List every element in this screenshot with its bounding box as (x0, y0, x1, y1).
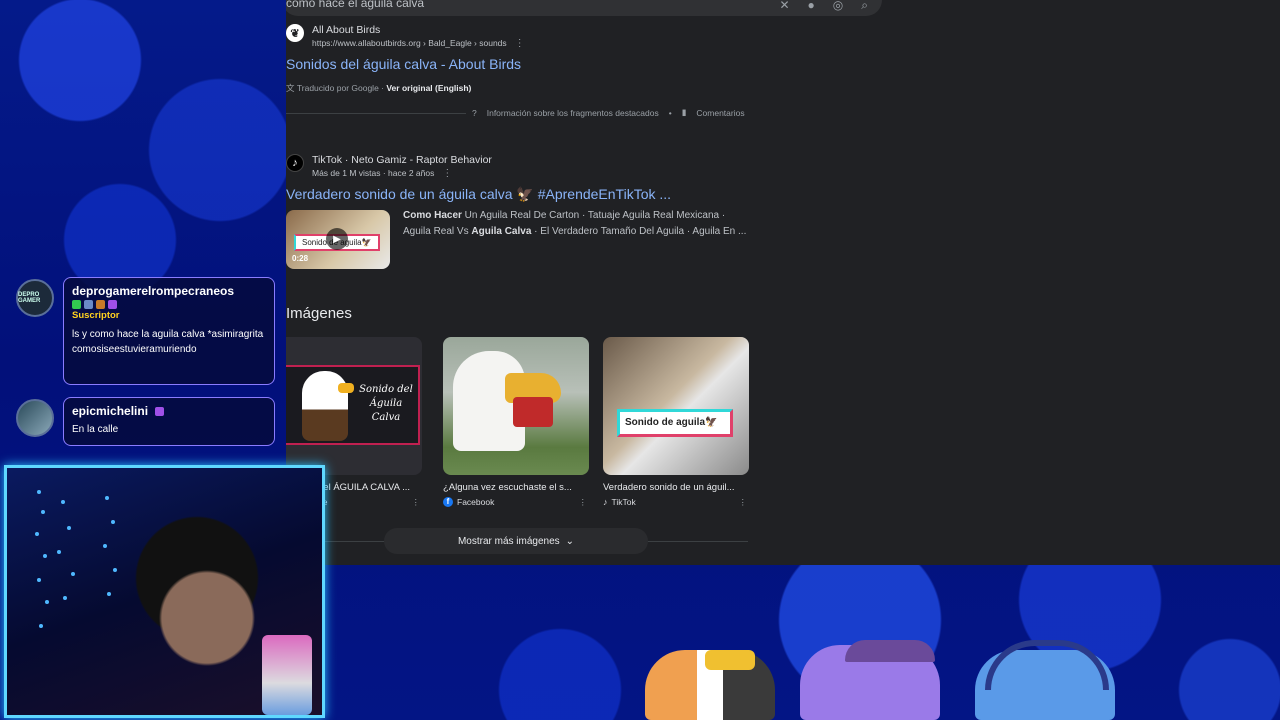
video-description: Como Hacer Un Aguila Real De Carton · Ta… (403, 210, 747, 237)
image-overlay-text: Sonido del Águila Calva (359, 384, 413, 423)
more-options-icon[interactable]: ⋮ (739, 497, 748, 508)
chat-username: deprogamerelrompecraneos (72, 284, 235, 298)
translated-note: 文 Traducido por Google · Ver original (E… (286, 83, 472, 93)
facebook-icon: f (443, 497, 453, 507)
more-options-icon[interactable]: ⋮ (442, 168, 452, 179)
help-icon: ? (472, 107, 477, 118)
result-title-link[interactable]: Sonidos del águila calva - About Birds (286, 56, 525, 72)
rgb-lamp (262, 635, 312, 715)
search-query: como hace el aguila calva (286, 0, 425, 10)
site-url[interactable]: https://www.allaboutbirds.org › Bald_Eag… (312, 37, 525, 50)
video-thumbnail[interactable]: Sonido de aguila🦅 ▶ 0:28 (286, 210, 390, 269)
image-result[interactable]: Sonido de aguila🦅 Verdadero sonido de un… (603, 337, 749, 507)
avatar: DEPRO GAMER (16, 279, 54, 317)
cat-emotes-decoration (645, 630, 1125, 720)
badge-icon (96, 300, 105, 309)
chat-message: deprogamerelrompecraneos Suscriptor ls y… (63, 277, 275, 385)
string-lights-decoration (35, 490, 117, 628)
about-featured-link[interactable]: Información sobre los fragmentos destaca… (487, 108, 659, 118)
more-options-icon[interactable]: ⋮ (579, 497, 588, 508)
mic-icon[interactable]: ● (808, 0, 815, 13)
image-result[interactable]: ¿Alguna vez escuchaste el s... f Faceboo… (443, 337, 589, 507)
badge-icon (84, 300, 93, 309)
badge-icon (72, 300, 81, 309)
site-name[interactable]: TikTok · Neto Gamiz - Raptor Behavior (312, 154, 492, 167)
webcam-feed (4, 465, 325, 718)
more-options-icon[interactable]: ⋮ (412, 497, 421, 508)
site-name[interactable]: All About Birds (312, 24, 525, 37)
tiktok-icon: ♪ (603, 497, 608, 507)
divider (286, 113, 466, 114)
featured-snippet-footer: ? Información sobre los fragmentos desta… (472, 107, 745, 118)
search-input[interactable]: como hace el aguila calva ✕ ● ◎ ⌕ (286, 0, 882, 16)
more-options-icon[interactable]: ⋮ (515, 38, 525, 49)
allaboutbirds-favicon-icon: ❦ (286, 24, 304, 42)
image-caption: ¿Alguna vez escuchaste el s... (443, 482, 572, 493)
translate-icon: 文 (286, 83, 295, 93)
feedback-icon: ▮ (681, 107, 687, 117)
result-title-link[interactable]: Verdadero sonido de un águila calva 🦅 #A… (286, 186, 671, 203)
close-icon[interactable]: ✕ (779, 0, 789, 13)
crown-icon (705, 650, 755, 670)
lens-icon[interactable]: ◎ (833, 0, 843, 13)
chat-text: En la calle (72, 424, 119, 435)
beret-icon (845, 640, 935, 662)
images-section-title: Imágenes (286, 305, 352, 322)
search-result-allaboutbirds: ❦ All About Birds https://www.allaboutbi… (286, 24, 525, 94)
site-meta: Más de 1 M vistas · hace 2 años ⋮ (312, 168, 453, 179)
play-icon[interactable]: ▶ (326, 228, 348, 250)
chevron-down-icon: ⌄ (565, 535, 575, 547)
tiktok-favicon-icon: ♪ (286, 154, 304, 172)
image-caption: Verdadero sonido de un águil... (603, 482, 735, 493)
chat-role: Suscriptor (72, 310, 120, 321)
headphones-icon (985, 640, 1109, 690)
avatar (16, 399, 54, 437)
image-source: f Facebook ⋮ (443, 497, 589, 507)
video-duration: 0:28 (292, 254, 309, 263)
search-result-tiktok: ♪ TikTok · Neto Gamiz - Raptor Behavior … (286, 154, 671, 203)
chat-badges (72, 300, 266, 309)
feedback-link[interactable]: Comentarios (696, 108, 744, 118)
image-source: ♪ TikTok ⋮ (603, 496, 748, 508)
subscriber-badge-icon (155, 407, 165, 417)
chat-message: epicmichelini En la calle (63, 397, 275, 446)
chat-username: epicmichelini (72, 404, 266, 418)
subscriber-badge-icon (108, 300, 117, 309)
chat-text: ls y como hace la aguila calva *asimirag… (72, 329, 264, 355)
image-overlay-text: Sonido de aguila🦅 (625, 417, 718, 428)
search-icon[interactable]: ⌕ (861, 0, 868, 13)
show-more-images-button[interactable]: Mostrar más imágenes ⌄ (384, 528, 648, 554)
view-original-link[interactable]: Ver original (English) (386, 83, 471, 93)
search-results-panel: como hace el aguila calva ✕ ● ◎ ⌕ ❦ All … (286, 0, 1280, 565)
